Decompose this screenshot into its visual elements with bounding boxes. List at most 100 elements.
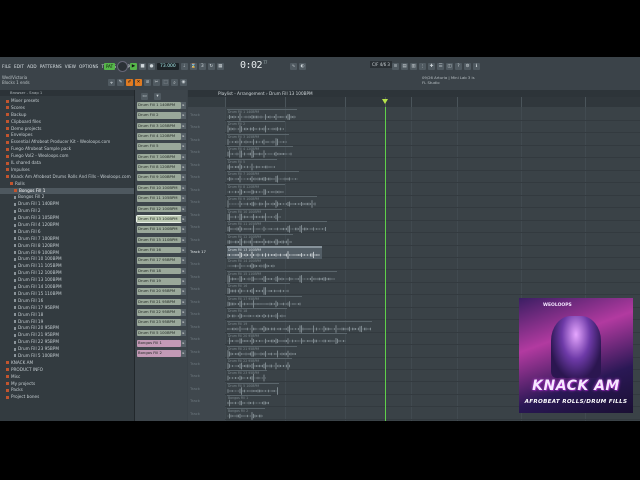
browser-folder[interactable]: Scores: [0, 105, 134, 112]
channel-arrow-icon[interactable]: ▸: [181, 298, 186, 306]
zoom-tool-icon[interactable]: ⌕: [171, 79, 178, 86]
stop-icon[interactable]: ■: [139, 63, 147, 70]
browser-folder[interactable]: Impulses: [0, 167, 134, 174]
channel-arrow-icon[interactable]: ▸: [181, 288, 186, 295]
paint-tool-icon[interactable]: ✐: [126, 79, 133, 86]
track-header-label[interactable]: Track: [190, 398, 200, 403]
browser-file[interactable]: Drum Fill 12 100BPM: [0, 270, 134, 277]
play-icon[interactable]: ▶: [130, 63, 138, 70]
channel-arrow-icon[interactable]: ▸: [181, 205, 186, 213]
pattern-song-toggle[interactable]: PAT: [104, 63, 116, 70]
audio-clip[interactable]: Drum Fill 7 100BPM: [227, 171, 299, 183]
channel-arrow-icon[interactable]: ▸: [181, 102, 186, 109]
track-header-label[interactable]: Track: [190, 237, 200, 242]
slice-tool-icon[interactable]: ✂: [153, 79, 160, 86]
channel-button[interactable]: Drum Fill 19: [137, 277, 181, 285]
browser-file[interactable]: Drum Fill 4 120BPM: [0, 222, 134, 229]
snap-icon[interactable]: ⌖: [108, 79, 115, 86]
browser-folder[interactable]: Knack Am Afrobeat Drums Rolls And Fills …: [0, 174, 134, 181]
channel-arrow-icon[interactable]: ▸: [181, 319, 186, 326]
channel-arrow-icon[interactable]: ▸: [181, 195, 186, 202]
audio-clip[interactable]: Drum Fill 5: [227, 158, 277, 171]
browser-folder[interactable]: IL shared data: [0, 160, 134, 167]
track-header-label[interactable]: Track: [190, 212, 200, 217]
track-header-label[interactable]: Track: [190, 112, 200, 117]
channel-arrow-icon[interactable]: ▸: [181, 309, 186, 316]
audio-clip[interactable]: Drum Fill 18: [227, 308, 287, 320]
pitch-knob-icon[interactable]: ◐: [299, 63, 306, 70]
browser-file[interactable]: Drum Fill 14 100BPM: [0, 284, 134, 291]
track-header-label[interactable]: Track: [190, 299, 200, 304]
channel-arrow-icon[interactable]: ▸: [181, 215, 186, 223]
track-header-label[interactable]: Track: [190, 411, 200, 416]
browser-folder[interactable]: My projects: [0, 381, 134, 388]
channel-button[interactable]: Drum Fill 4 120BPM: [137, 133, 181, 140]
browser-file[interactable]: Drum Fill 7 100BPM: [0, 236, 134, 243]
browser-file[interactable]: Drum Fill 8 120BPM: [0, 243, 134, 250]
audio-clip[interactable]: Drum Fill 22 95BPM: [227, 358, 292, 370]
channel-arrow-icon[interactable]: ▸: [181, 174, 186, 182]
channel-button[interactable]: Drum Fill 3 105BPM: [137, 122, 181, 130]
track-header-label[interactable]: Track: [190, 324, 200, 329]
browser-file[interactable]: Drum Fill 20 95BPM: [0, 325, 134, 332]
browser-file[interactable]: Drum Fill 9 100BPM: [0, 250, 134, 257]
browser-file[interactable]: Drum Fill 16: [0, 298, 134, 305]
info-icon[interactable]: ℹ: [473, 63, 480, 70]
channel-button[interactable]: Drum Fill 5 100BPM: [137, 329, 181, 337]
browser-file[interactable]: Drum Fill 5 100BPM: [0, 353, 134, 360]
browser-file[interactable]: Drum Fill 17 95BPM: [0, 305, 134, 312]
channel-arrow-icon[interactable]: ▸: [181, 350, 186, 357]
track-header-label[interactable]: Track: [190, 349, 200, 354]
track-header-label[interactable]: Track: [190, 124, 200, 129]
draw-tool-icon[interactable]: ✎: [117, 79, 124, 86]
browser-file[interactable]: Drum Fill 1 140BPM: [0, 201, 134, 208]
menu-item-add[interactable]: ADD: [27, 64, 37, 69]
channel-button[interactable]: Drum Fill 10 100BPM: [137, 184, 181, 192]
audio-clip[interactable]: Drum Fill 1 140BPM: [227, 109, 297, 121]
browser-folder[interactable]: PRODUCT INFO: [0, 367, 134, 374]
browser-folder[interactable]: Bongos Fill 1: [0, 187, 134, 195]
channel-button[interactable]: Drum Fill 12 100BPM: [137, 205, 181, 213]
delete-tool-icon[interactable]: ✕: [135, 79, 142, 86]
track-header-label[interactable]: Track: [190, 174, 200, 179]
audio-clip[interactable]: Drum Fill 20 95BPM: [227, 333, 347, 345]
channel-arrow-icon[interactable]: ▸: [181, 257, 186, 264]
browser-folder[interactable]: Fuego Afrobeat Sample pack: [0, 146, 134, 153]
channel-arrow-icon[interactable]: ▸: [181, 184, 186, 192]
channel-button[interactable]: Drum Fill 13 100BPM: [136, 214, 182, 224]
audio-clip[interactable]: Drum Fill 16: [227, 283, 290, 295]
channel-button[interactable]: Drum Fill 5: [137, 143, 181, 150]
settings-icon[interactable]: ⚙: [464, 63, 471, 70]
browser-folder[interactable]: Essential Afrobeat Producer Kit - Weoloo…: [0, 139, 134, 146]
audio-clip[interactable]: Drum Fill 12 100BPM: [227, 233, 293, 246]
audio-clip[interactable]: Drum Fill 11 105BPM: [227, 221, 327, 233]
wait-input-icon[interactable]: ⌛: [189, 63, 197, 70]
playlist-window-icon[interactable]: ≡: [392, 63, 399, 70]
track-header-label[interactable]: Track: [190, 361, 200, 366]
browser-file[interactable]: Bongos Fill 2: [0, 194, 134, 201]
track-header-label[interactable]: Track: [190, 386, 200, 391]
track-header-label[interactable]: Track: [190, 311, 200, 316]
channel-button[interactable]: Drum Fill 20 95BPM: [137, 288, 181, 295]
track-header-label[interactable]: Track: [190, 162, 200, 167]
browser-file[interactable]: Drum Fill 6: [0, 229, 134, 236]
channel-arrow-icon[interactable]: ▸: [181, 164, 186, 171]
track-header-label[interactable]: Track: [190, 274, 200, 279]
audio-clip[interactable]: Bongos Fill 2: [227, 407, 265, 420]
audio-clip[interactable]: Drum Fill 2: [227, 121, 285, 134]
track-header-label[interactable]: Track: [190, 336, 200, 341]
channel-rack-icon[interactable]: ▥: [410, 63, 417, 70]
browser-folder[interactable]: Fuego Vol2 - Weoloops.com: [0, 153, 134, 160]
channel-button[interactable]: Drum Fill 22 95BPM: [137, 309, 181, 316]
tempo-display[interactable]: 73.000: [157, 63, 179, 70]
browser-folder[interactable]: Backup: [0, 112, 134, 119]
audio-clip[interactable]: Drum Fill 10 100BPM: [227, 208, 282, 221]
browser-folder[interactable]: Mixer presets: [0, 98, 134, 105]
browser-file[interactable]: Drum Fill 19: [0, 319, 134, 326]
browser-folder[interactable]: Packs: [0, 387, 134, 394]
channel-button[interactable]: Drum Fill 18: [137, 267, 181, 275]
piano-roll-icon[interactable]: ▤: [401, 63, 408, 70]
browser-file[interactable]: Drum Fill 3 105BPM: [0, 215, 134, 222]
channel-arrow-icon[interactable]: ▸: [181, 153, 186, 161]
menu-item-file[interactable]: FILE: [2, 64, 11, 69]
